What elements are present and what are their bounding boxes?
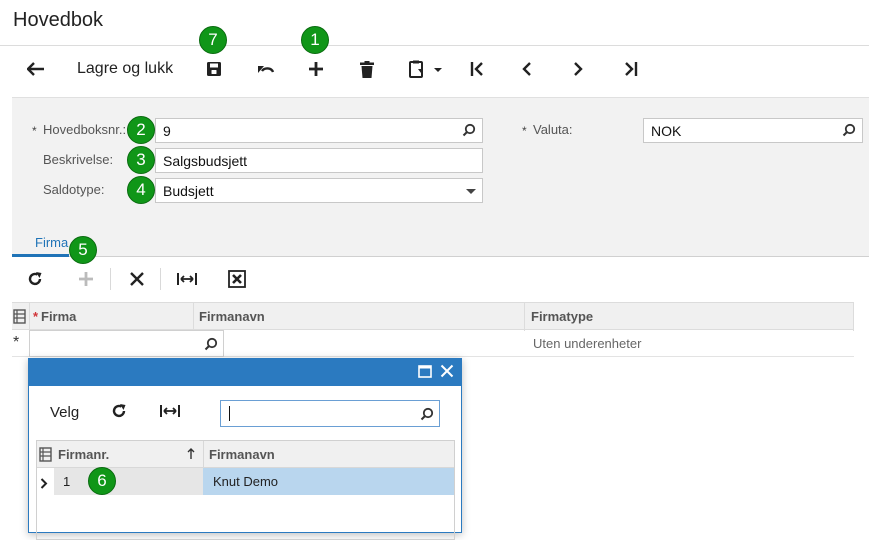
description-label: Beskrivelse: xyxy=(43,152,114,167)
column-header-firmatype[interactable]: Firmatype xyxy=(531,309,593,324)
balance-type-select[interactable]: Budsjett xyxy=(155,178,483,203)
search-icon[interactable] xyxy=(842,123,856,140)
callout-badge-1: 1 xyxy=(301,26,329,54)
column-separator xyxy=(203,441,204,468)
required-mark: * xyxy=(522,124,527,138)
currency-field[interactable]: NOK xyxy=(643,118,863,143)
first-record-icon[interactable] xyxy=(466,57,490,81)
ledger-no-field[interactable]: 9 xyxy=(155,118,483,143)
column-separator xyxy=(193,303,194,331)
search-icon[interactable] xyxy=(462,123,476,140)
ledger-no-label: Hovedboksnr.: xyxy=(43,122,127,137)
last-record-icon[interactable] xyxy=(618,57,642,81)
dropdown-caret-icon xyxy=(466,184,476,200)
toolbar-separator xyxy=(160,268,161,290)
save-icon[interactable] xyxy=(202,57,226,81)
toolbar-separator xyxy=(110,268,111,290)
firmatype-cell: Uten underenheter xyxy=(533,336,642,351)
header-divider xyxy=(0,45,869,46)
firmanavn-cell[interactable]: Knut Demo xyxy=(203,468,454,495)
previous-record-icon[interactable] xyxy=(515,57,539,81)
popup-grid-header: Firmanr. Firmanavn xyxy=(37,441,454,468)
firmanavn-value: Knut Demo xyxy=(213,474,279,489)
new-row-marker: * xyxy=(13,334,20,351)
text-caret xyxy=(229,406,230,421)
lookup-popup: Velg Firmanr. Firmanavn 1 Knut Demo xyxy=(28,358,462,540)
add-icon[interactable] xyxy=(304,57,328,81)
page-title: Hovedbok xyxy=(13,9,104,31)
column-settings-icon[interactable] xyxy=(39,447,52,467)
back-arrow-icon[interactable] xyxy=(24,57,48,81)
search-icon[interactable] xyxy=(204,337,218,356)
callout-badge-2: 2 xyxy=(127,116,155,144)
description-field[interactable]: Salgsbudsjett xyxy=(155,148,483,173)
balance-type-value: Budsjett xyxy=(163,183,214,199)
currency-label: Valuta: xyxy=(533,122,573,137)
required-mark: * xyxy=(32,124,37,138)
column-settings-icon[interactable] xyxy=(13,309,26,329)
search-icon[interactable] xyxy=(420,407,434,426)
export-excel-icon[interactable] xyxy=(225,267,249,291)
refresh-icon[interactable] xyxy=(111,403,127,424)
popup-titlebar[interactable] xyxy=(29,359,461,386)
active-tab-indicator xyxy=(12,254,69,257)
column-header-firmanavn[interactable]: Firmanavn xyxy=(209,447,275,462)
column-separator xyxy=(853,303,854,331)
callout-badge-7: 7 xyxy=(199,26,227,54)
currency-value: NOK xyxy=(651,123,682,139)
column-header-firma[interactable]: Firma xyxy=(41,309,76,324)
current-row-chevron-icon xyxy=(40,476,48,494)
callout-badge-6: 6 xyxy=(88,467,116,495)
sort-ascending-icon[interactable] xyxy=(187,447,195,465)
add-row-icon[interactable] xyxy=(74,267,98,291)
save-and-close-button[interactable]: Lagre og lukk xyxy=(77,60,173,78)
column-separator xyxy=(29,303,30,331)
column-separator xyxy=(524,303,525,331)
firma-input[interactable] xyxy=(29,330,224,357)
required-mark: * xyxy=(33,309,39,324)
tab-firma[interactable]: Firma xyxy=(35,235,68,250)
firmanr-value: 1 xyxy=(63,474,71,489)
column-header-firmanavn[interactable]: Firmanavn xyxy=(199,309,265,324)
table-row-new[interactable]: * Uten underenheter xyxy=(12,330,854,357)
callout-badge-4: 4 xyxy=(127,176,155,204)
description-value: Salgsbudsjett xyxy=(163,153,248,169)
callout-badge-5: 5 xyxy=(69,236,97,264)
column-header-firmanr[interactable]: Firmanr. xyxy=(58,447,109,462)
next-record-icon[interactable] xyxy=(566,57,590,81)
clipboard-menu-icon[interactable] xyxy=(405,57,445,81)
grid-header: * Firma Firmanavn Firmatype xyxy=(12,302,854,331)
delete-row-icon[interactable] xyxy=(125,267,149,291)
callout-badge-3: 3 xyxy=(127,146,155,174)
popup-search-input[interactable] xyxy=(220,400,440,427)
firmanr-cell[interactable]: 1 xyxy=(54,468,203,495)
maximize-icon[interactable] xyxy=(418,365,432,383)
balance-type-label: Saldotype: xyxy=(43,182,105,197)
ledger-no-value: 9 xyxy=(163,123,171,139)
delete-icon[interactable] xyxy=(355,57,379,81)
select-button[interactable]: Velg xyxy=(50,404,79,421)
tab-divider xyxy=(12,256,869,257)
close-icon[interactable] xyxy=(440,364,454,383)
undo-icon[interactable] xyxy=(254,57,278,81)
fit-columns-icon[interactable] xyxy=(160,403,180,424)
refresh-icon[interactable] xyxy=(23,267,47,291)
fit-columns-icon[interactable] xyxy=(175,267,199,291)
